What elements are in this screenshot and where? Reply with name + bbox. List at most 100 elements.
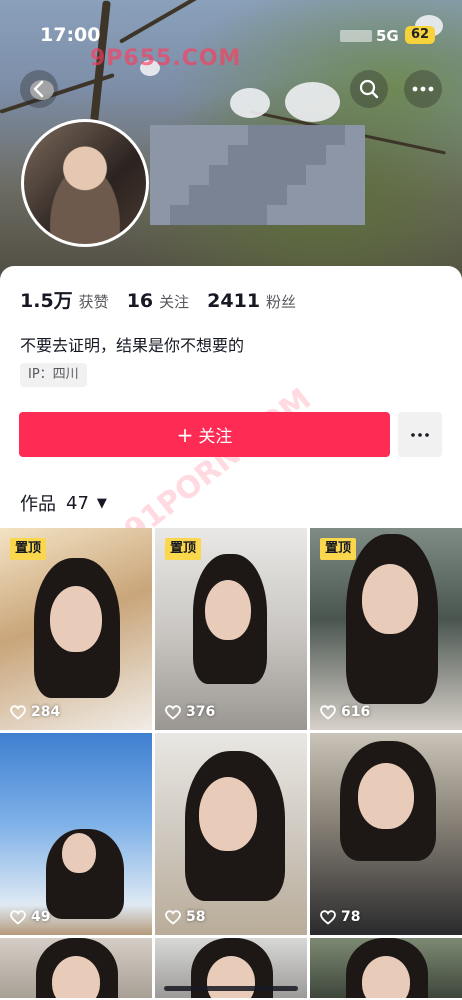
- mosaic-cell: [169, 165, 190, 185]
- photo-subject-face: [205, 580, 251, 640]
- avatar[interactable]: [21, 119, 149, 247]
- mosaic-cell: [306, 125, 326, 145]
- mosaic-cell: [247, 185, 268, 205]
- banner-blossom: [230, 88, 270, 118]
- mosaic-cell: [228, 165, 248, 185]
- mosaic-cell: [228, 185, 248, 205]
- stat-value: 2411: [207, 290, 261, 312]
- mosaic-cell: [345, 205, 365, 225]
- work-tile[interactable]: 置顶 376: [155, 528, 307, 730]
- mosaic-cell: [208, 185, 229, 205]
- mosaic-cell: [208, 125, 229, 145]
- mosaic-cell: [286, 125, 307, 145]
- stat-label: 获赞: [78, 293, 109, 311]
- mosaic-cell: [267, 145, 287, 165]
- photo-subject-face: [362, 564, 418, 634]
- like-count-value: 49: [31, 909, 51, 925]
- mosaic-cell: [208, 165, 229, 185]
- mosaic-cell: [208, 145, 229, 165]
- mosaic-cell: [306, 145, 326, 165]
- work-tile[interactable]: [310, 938, 462, 998]
- mosaic-cell: [325, 125, 346, 145]
- mosaic-cell: [306, 205, 326, 225]
- ellipsis-icon: [411, 432, 429, 437]
- photo-subject-face: [358, 763, 414, 829]
- mosaic-cell: [286, 145, 307, 165]
- work-tile[interactable]: [0, 938, 152, 998]
- mosaic-cell: [150, 145, 170, 165]
- mosaic-cell: [325, 205, 346, 225]
- more-options-button[interactable]: [404, 70, 442, 108]
- mosaic-cell: [345, 145, 365, 165]
- like-count-value: 376: [186, 704, 216, 720]
- photo-subject-face: [199, 777, 257, 851]
- work-tile[interactable]: 49: [0, 733, 152, 935]
- ellipsis-icon: [412, 86, 434, 92]
- work-tile[interactable]: 置顶 284: [0, 528, 152, 730]
- mosaic-cell: [150, 185, 170, 205]
- works-count: 47: [66, 492, 89, 514]
- mosaic-cell: [247, 145, 268, 165]
- mosaic-cell: [169, 205, 190, 225]
- mosaic-cell: [189, 165, 209, 185]
- mosaic-cell: [325, 185, 346, 205]
- works-tab[interactable]: 作品 47 ▼: [20, 490, 107, 516]
- mosaic-cell: [247, 125, 268, 145]
- photo-subject-face: [50, 586, 102, 652]
- follow-button[interactable]: + 关注: [19, 412, 390, 457]
- mosaic-cell: [228, 145, 248, 165]
- mosaic-cell: [286, 165, 307, 185]
- mosaic-cell: [267, 125, 287, 145]
- battery-indicator: 62: [405, 26, 435, 44]
- mosaic-cell: [208, 205, 229, 225]
- profile-bio: 不要去证明，结果是你不想要的: [20, 336, 245, 355]
- mosaic-cell: [247, 205, 268, 225]
- stat-label: 粉丝: [266, 293, 297, 311]
- like-count-value: 58: [186, 909, 206, 925]
- stat-likes: 1.5万 获赞: [20, 286, 109, 313]
- stat-following[interactable]: 16 关注: [127, 290, 189, 312]
- mosaic-cell: [228, 205, 248, 225]
- profile-card: 91PORN.COM 1.5万 获赞 16 关注 2411 粉丝 不要去证明，结…: [0, 266, 462, 1000]
- like-count: 49: [10, 909, 50, 925]
- pinned-badge: 置顶: [10, 538, 47, 560]
- mosaic-cell: [189, 145, 209, 165]
- plus-icon: +: [176, 422, 194, 447]
- search-button[interactable]: [350, 70, 388, 108]
- watermark: 91PORN.COM: [118, 381, 318, 549]
- mosaic-cell: [345, 185, 365, 205]
- mosaic-cell: [169, 185, 190, 205]
- mosaic-cell: [228, 125, 248, 145]
- like-count: 78: [320, 909, 360, 925]
- mosaic-cell: [169, 145, 190, 165]
- signal-icon: [340, 30, 372, 42]
- more-actions-button[interactable]: [398, 412, 442, 457]
- status-time: 17:00: [40, 24, 101, 46]
- like-count: 616: [320, 704, 370, 720]
- works-label: 作品: [20, 494, 56, 515]
- caret-down-icon: ▼: [96, 495, 107, 511]
- mosaic-cell: [325, 165, 346, 185]
- work-tile[interactable]: 58: [155, 733, 307, 935]
- work-tile[interactable]: 置顶 616: [310, 528, 462, 730]
- mosaic-cell: [267, 205, 287, 225]
- mosaic-cell: [267, 165, 287, 185]
- network-label: 5G: [376, 27, 399, 45]
- mosaic-cell: [286, 205, 307, 225]
- mosaic-cell: [306, 165, 326, 185]
- censored-mosaic: [150, 125, 365, 225]
- work-tile[interactable]: 78: [310, 733, 462, 935]
- heart-icon: [165, 704, 181, 720]
- mosaic-cell: [306, 185, 326, 205]
- stat-label: 关注: [159, 293, 190, 311]
- stat-followers[interactable]: 2411 粉丝: [207, 290, 296, 312]
- like-count-value: 78: [341, 909, 361, 925]
- heart-icon: [10, 909, 26, 925]
- like-count-value: 284: [31, 704, 61, 720]
- back-button[interactable]: [20, 70, 58, 108]
- stat-value: 1.5万: [20, 290, 73, 312]
- heart-icon: [10, 704, 26, 720]
- mosaic-cell: [286, 185, 307, 205]
- chevron-left-icon: [33, 80, 44, 98]
- photo-subject-face: [62, 833, 96, 873]
